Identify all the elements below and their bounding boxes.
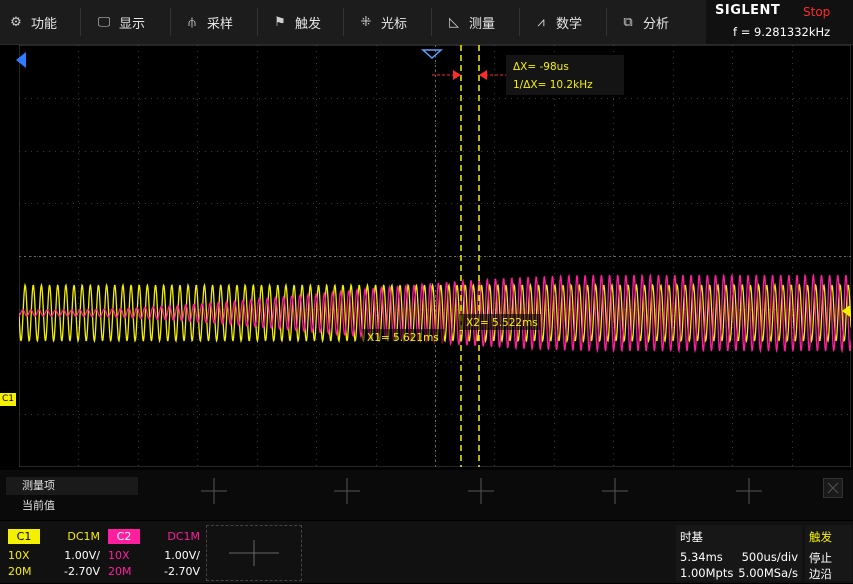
trigger-title: 触发 [809, 530, 832, 544]
ch2-info[interactable]: C2 DC1M 10X 1.00V/ 20M -2.70V [104, 526, 200, 580]
menu-trigger[interactable]: ⚑ 触发 [272, 0, 321, 44]
ch2-coupling: DC1M [167, 530, 200, 543]
timebase-delay: 5.34ms [680, 550, 723, 564]
measure-value-label: 当前值 [22, 499, 55, 512]
menu-math[interactable]: ⩘ 数学 [533, 0, 582, 44]
siglent-logo: SIGLENT [715, 3, 781, 18]
menu-acquire[interactable]: ⫛ 采样 [184, 0, 233, 44]
menu-trigger-label: 触发 [295, 16, 322, 32]
analysis-icon: ⧉ [623, 14, 633, 30]
ch1-ground-marker[interactable]: C1 [0, 393, 16, 406]
trigger-panel[interactable]: 触发 停止 边沿 [805, 525, 852, 581]
waveform-display[interactable]: ΔX= -98us 1/ΔX= 10.2kHz X2= 5.522ms X1= … [18, 44, 852, 468]
menu-analysis[interactable]: ⧉ 分析 [620, 0, 669, 44]
cursor-x1-label: X1= 5.621ms [367, 332, 439, 344]
cursor-icon: ⁜ [360, 14, 372, 30]
ch1-tag: C1 [8, 529, 40, 544]
ch1-offset: -2.70V [64, 565, 100, 578]
trigger-type: 边沿 [809, 567, 832, 581]
gear-icon: ⚙ [10, 14, 22, 30]
math-icon: ⩘ [537, 14, 545, 30]
measure-item-label[interactable]: 测量项 [6, 477, 138, 495]
ch1-scale: 1.00V/ [64, 549, 100, 562]
menu-measure-label: 测量 [469, 16, 496, 32]
close-icon[interactable] [823, 478, 843, 498]
menu-display[interactable]: 🖵 显示 [96, 0, 145, 44]
measurement-panel: 测量项 当前值 [0, 470, 853, 520]
ch2-scale: 1.00V/ [164, 549, 200, 562]
menu-acquire-label: 采样 [207, 16, 234, 32]
menu-function[interactable]: ⚙ 功能 [8, 0, 57, 44]
add-measure-plus-icon[interactable] [736, 478, 762, 504]
menu-analysis-label: 分析 [643, 16, 670, 32]
timebase-panel[interactable]: 时基 5.34ms 500us/div 1.00Mpts 5.00MSa/s [676, 525, 802, 581]
measure-icon: ◺ [449, 14, 459, 30]
bottom-status-bar: C1 DC1M 10X 1.00V/ 20M -2.70V C2 DC1M 10… [0, 521, 853, 583]
menu-measure[interactable]: ◺ 测量 [446, 0, 495, 44]
brand-panel: SIGLENT Stop f = 9.281332kHz [706, 0, 853, 44]
add-measure-plus-icon[interactable] [602, 478, 628, 504]
menu-math-label: 数学 [556, 16, 583, 32]
ch2-probe: 10X [108, 549, 130, 562]
trigger-status: 停止 [809, 551, 832, 565]
sampling-icon: ⫛ [188, 14, 196, 30]
ch1-info[interactable]: C1 DC1M 10X 1.00V/ 20M -2.70V [4, 526, 100, 580]
timebase-scale: 500us/div [741, 550, 798, 564]
add-measure-plus-icon[interactable] [201, 478, 227, 504]
ch2-tag: C2 [108, 529, 140, 544]
memory-depth: 1.00Mpts [680, 566, 734, 580]
add-channel-slot[interactable] [206, 525, 302, 581]
flag-icon: ⚑ [274, 14, 286, 30]
top-menu-bar: ⚙ 功能 🖵 显示 ⫛ 采样 ⚑ 触发 ⁜ 光标 ◺ 测量 ⩘ 数学 ⧉ 分析 SIGLENT … [0, 0, 853, 45]
menu-cursors[interactable]: ⁜ 光标 [358, 0, 407, 44]
menu-cursors-label: 光标 [381, 16, 408, 32]
delta-x-readout: ΔX= -98us [513, 61, 569, 73]
cursor-x2-label: X2= 5.522ms [466, 317, 538, 329]
ch2-bandwidth: 20M [108, 565, 132, 578]
add-channel-plus-icon [229, 540, 279, 566]
add-measure-plus-icon[interactable] [468, 478, 494, 504]
menu-function-label: 功能 [31, 16, 58, 32]
ch2-offset: -2.70V [164, 565, 200, 578]
run-state[interactable]: Stop [803, 5, 830, 19]
ch1-bandwidth: 20M [8, 565, 32, 578]
add-measure-plus-icon[interactable] [334, 478, 360, 504]
frequency-counter: f = 9.281332kHz [733, 25, 831, 39]
monitor-icon: 🖵 [97, 14, 111, 30]
pretrigger-arrow-icon [16, 52, 26, 68]
menu-display-label: 显示 [119, 16, 146, 32]
ch1-coupling: DC1M [67, 530, 100, 543]
sample-rate: 5.00MSa/s [738, 566, 798, 580]
inv-delta-x-readout: 1/ΔX= 10.2kHz [513, 79, 593, 91]
timebase-title: 时基 [680, 530, 703, 544]
ch1-probe: 10X [8, 549, 30, 562]
